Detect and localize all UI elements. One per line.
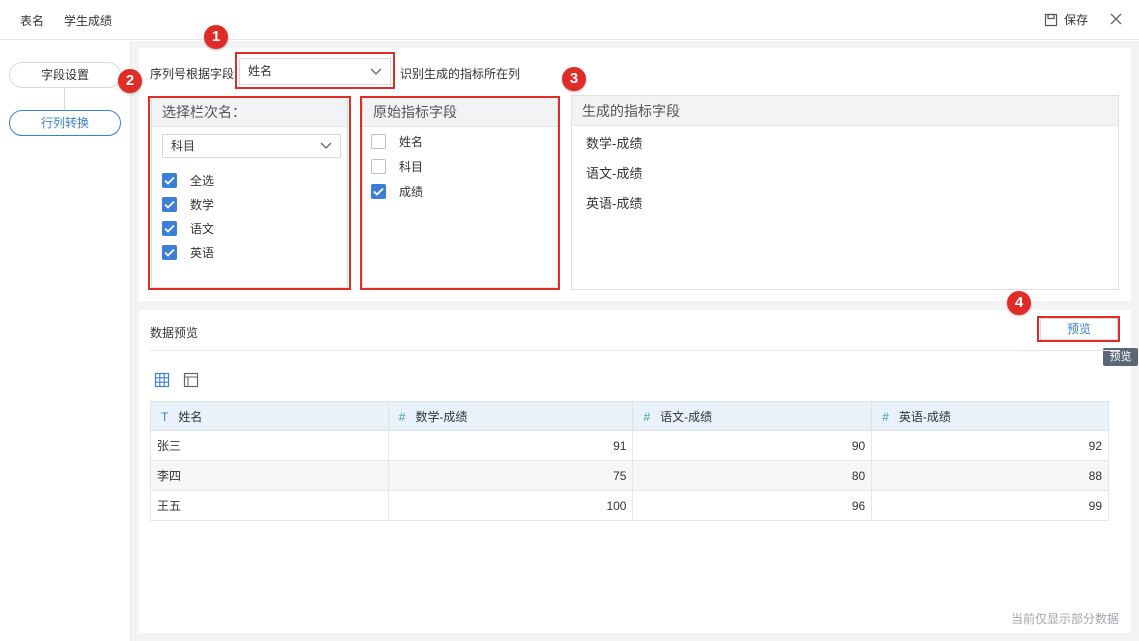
table-cell: 100 [387, 490, 634, 521]
serial-field-label: 序列号根据字段 [150, 67, 235, 81]
column-select-title: 选择栏次名： [152, 97, 347, 127]
column-field-select[interactable]: 科目 [162, 134, 341, 158]
table-name[interactable]: 学生成绩 [64, 12, 112, 29]
column-header-label: 姓名 [178, 409, 203, 424]
column-header-label: 英语-成绩 [898, 409, 951, 424]
table-cell: 90 [632, 430, 873, 461]
table-cell: 96 [632, 490, 873, 521]
checkbox-chinese[interactable]: 语文 [162, 220, 214, 237]
table-row: 李四 75 80 88 [150, 460, 1109, 491]
layout-view-icon[interactable] [183, 372, 199, 388]
checkbox-checked-icon [162, 197, 177, 212]
checkbox-label: 语文 [190, 222, 215, 236]
table-cell: 李四 [150, 460, 389, 491]
generated-fields-box: 生成的指标字段 [571, 95, 1119, 290]
table-row: 王五 100 96 99 [150, 490, 1109, 521]
checkbox-label: 英语 [190, 246, 215, 260]
divider [150, 350, 1120, 351]
table-cell: 张三 [150, 430, 389, 461]
save-label: 保存 [1064, 13, 1089, 27]
column-header[interactable]: # 数学-成绩 [387, 401, 634, 431]
column-header[interactable]: # 语文-成绩 [632, 401, 873, 431]
checkbox-label: 姓名 [399, 135, 424, 149]
preview-table: T 姓名 # 数学-成绩 # 语文-成绩 # 英语-成绩 张三 91 90 92 李四 … [150, 401, 1109, 521]
column-header[interactable]: T 姓名 [150, 401, 389, 431]
step-nav: 字段设置 行列转换 [0, 41, 131, 641]
number-type-icon: # [882, 409, 889, 424]
chevron-down-icon [370, 68, 382, 75]
table-cell: 91 [387, 430, 634, 461]
table-cell: 75 [387, 460, 634, 491]
text-type-icon: T [161, 409, 169, 424]
checkbox-label: 成绩 [399, 185, 424, 199]
number-type-icon: # [643, 409, 651, 424]
generated-field-item: 英语-成绩 [586, 196, 643, 211]
source-fields-title: 原始指标字段 [363, 97, 557, 127]
table-name-label: 表名 [20, 14, 45, 28]
table-cell: 王五 [150, 490, 389, 521]
serial-field-suffix: 识别生成的指标所在列 [400, 67, 521, 81]
generated-field-item: 数学-成绩 [586, 136, 643, 151]
save-icon [1044, 13, 1058, 26]
step-field-settings[interactable]: 字段设置 [9, 62, 121, 88]
table-header-row: T 姓名 # 数学-成绩 # 语文-成绩 # 英语-成绩 [150, 401, 1109, 431]
annotation-badge: 2 [118, 69, 142, 93]
generated-field-item: 语文-成绩 [586, 166, 643, 181]
table-cell: 80 [632, 460, 873, 491]
checkbox-checked-icon [162, 173, 177, 188]
checkbox-unchecked-icon [371, 159, 386, 174]
column-field-value: 科目 [171, 139, 196, 153]
checkbox-select-all[interactable]: 全选 [162, 172, 214, 189]
table-cell: 92 [871, 430, 1109, 461]
save-button[interactable]: 保存 [1044, 11, 1088, 28]
serial-field-value: 姓名 [248, 64, 273, 78]
checkbox-source-name[interactable]: 姓名 [371, 133, 423, 150]
annotation-badge: 1 [204, 25, 228, 49]
checkbox-label: 全选 [190, 174, 215, 188]
serial-field-select[interactable]: 姓名 [239, 58, 391, 85]
close-icon[interactable] [1108, 11, 1124, 27]
top-bar: 表名 学生成绩 保存 [0, 0, 1139, 40]
column-header-label: 语文-成绩 [660, 409, 713, 424]
annotation-badge: 4 [1007, 291, 1031, 315]
checkbox-checked-icon [162, 245, 177, 260]
column-header[interactable]: # 英语-成绩 [871, 401, 1109, 431]
checkbox-checked-icon [371, 184, 386, 199]
preview-button[interactable]: 预览 [1040, 318, 1118, 340]
checkbox-english[interactable]: 英语 [162, 244, 214, 261]
step-connector [64, 88, 65, 110]
annotation-badge: 3 [562, 67, 586, 91]
chevron-down-icon [320, 142, 332, 149]
table-row: 张三 91 90 92 [150, 430, 1109, 461]
grid-view-icon[interactable] [154, 372, 170, 388]
number-type-icon: # [398, 409, 406, 424]
checkbox-source-score[interactable]: 成绩 [371, 183, 423, 200]
checkbox-label: 科目 [399, 160, 424, 174]
checkbox-source-subject[interactable]: 科目 [371, 158, 423, 175]
preview-title: 数据预览 [150, 326, 199, 340]
step-row-col-transform[interactable]: 行列转换 [9, 110, 121, 136]
partial-data-note: 当前仅显示部分数据 [1011, 612, 1120, 626]
checkbox-checked-icon [162, 221, 177, 236]
column-header-label: 数学-成绩 [415, 409, 468, 424]
checkbox-math[interactable]: 数学 [162, 196, 214, 213]
checkbox-unchecked-icon [371, 134, 386, 149]
table-cell: 99 [871, 490, 1109, 521]
checkbox-label: 数学 [190, 198, 215, 212]
generated-fields-title: 生成的指标字段 [572, 96, 1118, 126]
table-cell: 88 [871, 460, 1109, 491]
